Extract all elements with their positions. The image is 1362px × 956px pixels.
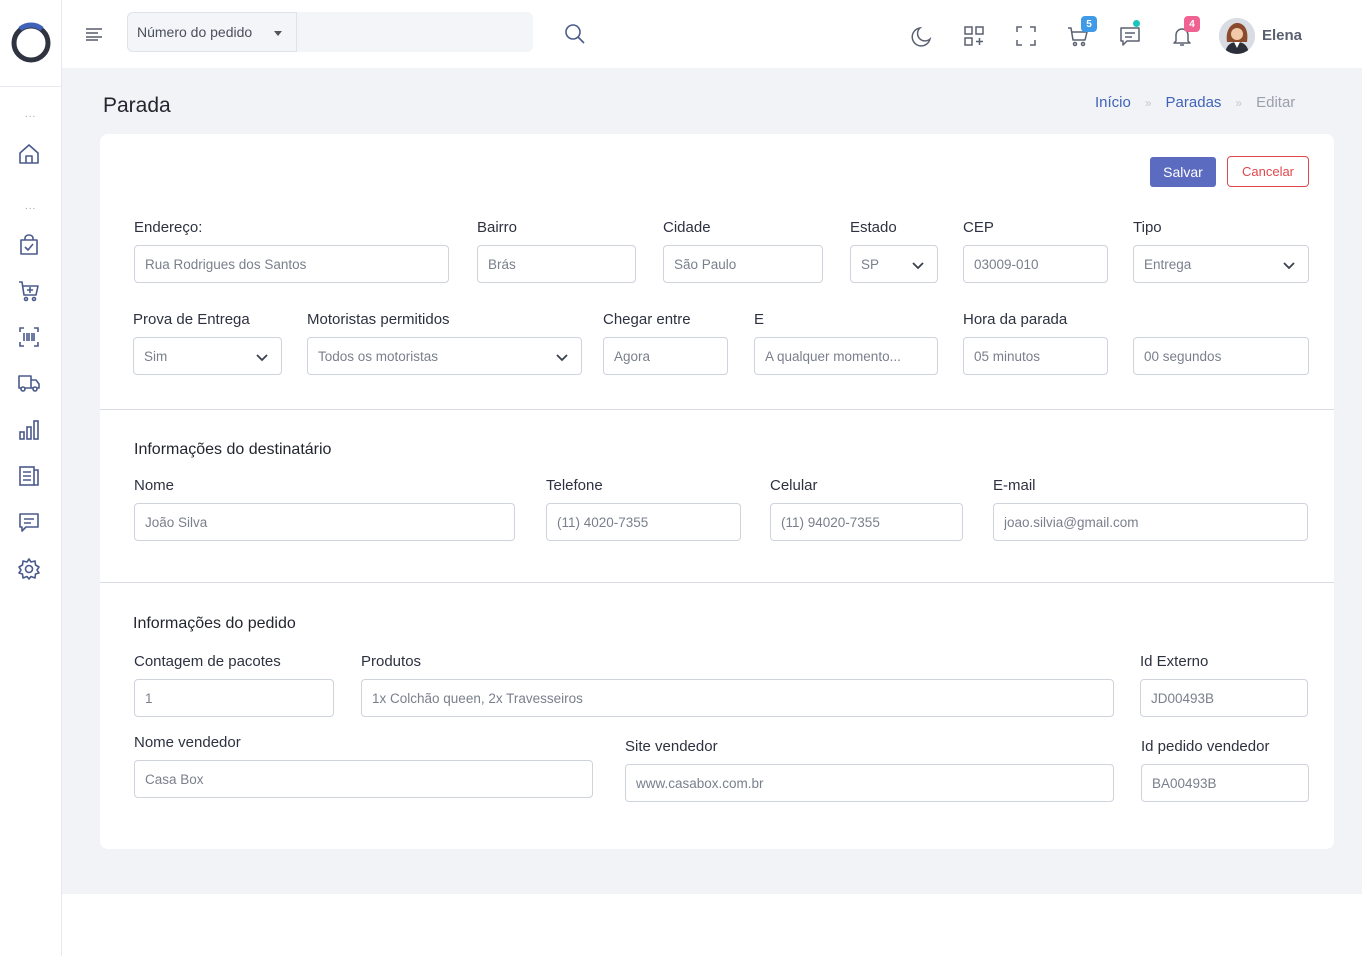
sidebar-divider xyxy=(0,86,61,87)
email-label: E-mail xyxy=(993,477,1036,494)
recipient-name-input[interactable] xyxy=(134,503,515,541)
type-select-value: Entrega xyxy=(1144,256,1192,272)
document-list-icon[interactable] xyxy=(16,463,42,489)
stop-time-label: Hora da parada xyxy=(963,311,1068,328)
city-input[interactable] xyxy=(663,245,823,283)
user-avatar[interactable] xyxy=(1219,18,1255,54)
chevron-down-icon xyxy=(256,354,268,362)
breadcrumb-stops[interactable]: Paradas xyxy=(1166,94,1222,111)
bar-chart-icon[interactable] xyxy=(16,417,42,443)
allowed-drivers-value: Todos os motoristas xyxy=(318,348,439,364)
recipient-section-title: Informações do destinatário xyxy=(134,441,332,458)
state-label: Estado xyxy=(850,219,897,236)
proof-of-delivery-label: Prova de Entrega xyxy=(133,311,250,328)
proof-of-delivery-select[interactable]: Sim xyxy=(133,337,282,375)
recipient-name-label: Nome xyxy=(134,477,175,494)
mobile-label: Celular xyxy=(770,477,818,494)
and-label: E xyxy=(754,311,765,328)
truck-icon[interactable] xyxy=(16,370,42,396)
cart-add-icon[interactable] xyxy=(16,278,42,304)
email-input[interactable] xyxy=(993,503,1308,541)
dark-mode-moon-icon[interactable] xyxy=(910,24,934,48)
stop-seconds-input[interactable] xyxy=(1133,337,1309,375)
external-id-label: Id Externo xyxy=(1140,653,1209,670)
breadcrumb-current: Editar xyxy=(1256,94,1296,111)
address-label: Endereço: xyxy=(134,219,203,236)
city-label: Cidade xyxy=(663,219,711,236)
sidebar-dots: ... xyxy=(25,109,37,120)
save-button[interactable]: Salvar xyxy=(1150,157,1216,187)
seller-site-input[interactable] xyxy=(625,764,1114,802)
neighborhood-input[interactable] xyxy=(477,245,636,283)
package-count-label: Contagem de pacotes xyxy=(134,653,281,670)
seller-name-input[interactable] xyxy=(134,760,593,798)
barcode-scan-icon[interactable] xyxy=(16,324,42,350)
section-divider xyxy=(100,409,1334,410)
chevron-double-right-icon: » xyxy=(1235,95,1243,110)
search-type-select[interactable]: Número do pedido xyxy=(127,12,297,52)
online-status-dot xyxy=(1133,20,1140,27)
zip-input[interactable] xyxy=(963,245,1108,283)
state-select-value: SP xyxy=(861,256,880,272)
zip-label: CEP xyxy=(963,219,994,236)
state-select[interactable]: SP xyxy=(850,245,938,283)
products-label: Produtos xyxy=(361,653,422,670)
type-select[interactable]: Entrega xyxy=(1133,245,1309,283)
page-title: Parada xyxy=(103,94,171,117)
settings-gear-icon[interactable] xyxy=(16,556,42,582)
notification-count-badge: 4 xyxy=(1184,16,1200,32)
chevron-down-icon xyxy=(1283,262,1295,270)
seller-order-id-label: Id pedido vendedor xyxy=(1141,738,1270,755)
arrive-from-input[interactable] xyxy=(603,337,728,375)
search-input[interactable] xyxy=(297,12,487,52)
search-type-label: Número do pedido xyxy=(137,24,253,40)
allowed-drivers-label: Motoristas permitidos xyxy=(307,311,450,328)
seller-order-id-input[interactable] xyxy=(1141,764,1309,802)
app-logo-icon[interactable] xyxy=(9,20,53,64)
apps-grid-icon[interactable] xyxy=(962,24,986,48)
cancel-button[interactable]: Cancelar xyxy=(1227,156,1309,187)
messages-icon[interactable] xyxy=(1118,24,1142,48)
products-input[interactable] xyxy=(361,679,1114,717)
seller-name-label: Nome vendedor xyxy=(134,734,241,751)
arrive-between-label: Chegar entre xyxy=(603,311,691,328)
user-name[interactable]: Elena xyxy=(1262,27,1302,44)
address-input[interactable] xyxy=(134,245,449,283)
phone-input[interactable] xyxy=(546,503,741,541)
bag-check-icon[interactable] xyxy=(16,232,42,258)
chat-icon[interactable] xyxy=(16,509,42,535)
stop-minutes-input[interactable] xyxy=(963,337,1108,375)
chevron-down-icon xyxy=(912,262,924,270)
phone-label: Telefone xyxy=(546,477,603,494)
arrive-to-input[interactable] xyxy=(754,337,938,375)
allowed-drivers-select[interactable]: Todos os motoristas xyxy=(307,337,582,375)
chevron-down-icon xyxy=(556,354,568,362)
fullscreen-icon[interactable] xyxy=(1014,24,1038,48)
seller-site-label: Site vendedor xyxy=(625,738,718,755)
sidebar: ... ... xyxy=(0,0,62,956)
external-id-input[interactable] xyxy=(1140,679,1308,717)
search-icon[interactable] xyxy=(563,22,587,46)
caret-down-icon xyxy=(274,31,282,36)
chevron-double-right-icon: » xyxy=(1144,95,1152,110)
search-box: Número do pedido xyxy=(127,12,585,52)
top-header: Número do pedido 5 4 Elena xyxy=(62,0,1362,68)
sidebar-dots: ... xyxy=(25,201,37,212)
menu-toggle-icon[interactable] xyxy=(84,26,104,42)
mobile-input[interactable] xyxy=(770,503,963,541)
home-icon[interactable] xyxy=(16,141,42,167)
breadcrumb: Início » Paradas » Editar xyxy=(1095,94,1295,111)
order-section-title: Informações do pedido xyxy=(133,615,296,632)
section-divider xyxy=(100,582,1334,583)
type-label: Tipo xyxy=(1133,219,1162,236)
package-count-input[interactable] xyxy=(134,679,334,717)
cart-count-badge: 5 xyxy=(1081,16,1097,32)
breadcrumb-home[interactable]: Início xyxy=(1095,94,1131,111)
proof-of-delivery-value: Sim xyxy=(144,348,168,364)
neighborhood-label: Bairro xyxy=(477,219,518,236)
